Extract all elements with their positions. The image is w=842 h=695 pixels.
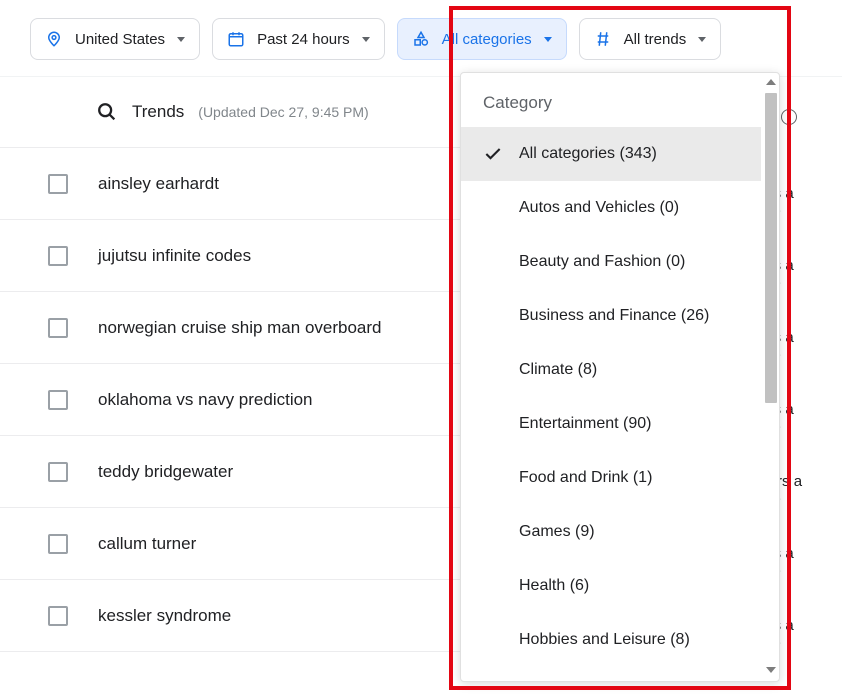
shapes-icon — [412, 30, 430, 48]
category-option[interactable]: Climate (8) — [461, 343, 761, 397]
trend-term: oklahoma vs navy prediction — [98, 390, 313, 410]
category-option[interactable]: Beauty and Fashion (0) — [461, 235, 761, 289]
scroll-thumb[interactable] — [765, 93, 777, 403]
category-option-label: Climate (8) — [519, 361, 597, 379]
trends-chip[interactable]: All trends — [579, 18, 722, 60]
row-checkbox[interactable] — [48, 390, 68, 410]
category-option-label: Games (9) — [519, 523, 595, 541]
trend-term: callum turner — [98, 534, 196, 554]
category-option[interactable]: Business and Finance (26) — [461, 289, 761, 343]
trends-title: Trends — [132, 102, 184, 122]
category-option-label: Health (6) — [519, 577, 589, 595]
category-option-label: Beauty and Fashion (0) — [519, 253, 685, 271]
caret-down-icon — [698, 37, 706, 42]
trend-term: norwegian cruise ship man overboard — [98, 318, 382, 338]
category-option-label: Food and Drink (1) — [519, 469, 652, 487]
location-chip[interactable]: United States — [30, 18, 200, 60]
category-chip[interactable]: All categories — [397, 18, 567, 60]
category-option[interactable]: Autos and Vehicles (0) — [461, 181, 761, 235]
info-icon[interactable]: i — [781, 109, 797, 125]
row-checkbox[interactable] — [48, 246, 68, 266]
row-checkbox[interactable] — [48, 534, 68, 554]
row-checkbox[interactable] — [48, 606, 68, 626]
trend-term: jujutsu infinite codes — [98, 246, 251, 266]
trends-updated: (Updated Dec 27, 9:45 PM) — [198, 104, 368, 120]
category-option[interactable]: Entertainment (90) — [461, 397, 761, 451]
caret-down-icon — [177, 37, 185, 42]
trend-term: kessler syndrome — [98, 606, 231, 626]
category-option[interactable]: Games (9) — [461, 505, 761, 559]
trend-term: teddy bridgewater — [98, 462, 233, 482]
filter-bar: United States Past 24 hours All categori… — [0, 0, 842, 76]
trend-term: ainsley earhardt — [98, 174, 219, 194]
category-option[interactable]: Hobbies and Leisure (8) — [461, 613, 761, 667]
category-option[interactable]: All categories (343) — [461, 127, 761, 181]
category-option-label: Hobbies and Leisure (8) — [519, 631, 690, 649]
category-chip-label: All categories — [442, 31, 532, 48]
scroll-down-icon — [766, 667, 776, 673]
row-checkbox[interactable] — [48, 462, 68, 482]
caret-down-icon — [362, 37, 370, 42]
row-checkbox[interactable] — [48, 318, 68, 338]
category-option-label: All categories (343) — [519, 145, 657, 163]
check-icon — [483, 144, 519, 164]
location-pin-icon — [45, 30, 63, 48]
category-option-label: Business and Finance (26) — [519, 307, 709, 325]
caret-down-icon — [544, 37, 552, 42]
calendar-icon — [227, 30, 245, 48]
location-chip-label: United States — [75, 31, 165, 48]
time-chip-label: Past 24 hours — [257, 31, 350, 48]
trends-chip-label: All trends — [624, 31, 687, 48]
row-checkbox[interactable] — [48, 174, 68, 194]
category-option-label: Entertainment (90) — [519, 415, 652, 433]
category-option[interactable]: Health (6) — [461, 559, 761, 613]
time-chip[interactable]: Past 24 hours — [212, 18, 385, 60]
category-option-label: Autos and Vehicles (0) — [519, 199, 679, 217]
dropdown-title: Category — [461, 73, 761, 127]
category-dropdown: Category All categories (343) Autos and V… — [460, 72, 780, 682]
hash-icon — [594, 30, 612, 48]
category-option[interactable]: Food and Drink (1) — [461, 451, 761, 505]
scroll-up-icon — [766, 79, 776, 85]
search-icon — [96, 101, 118, 123]
dropdown-scrollbar[interactable] — [763, 77, 779, 677]
